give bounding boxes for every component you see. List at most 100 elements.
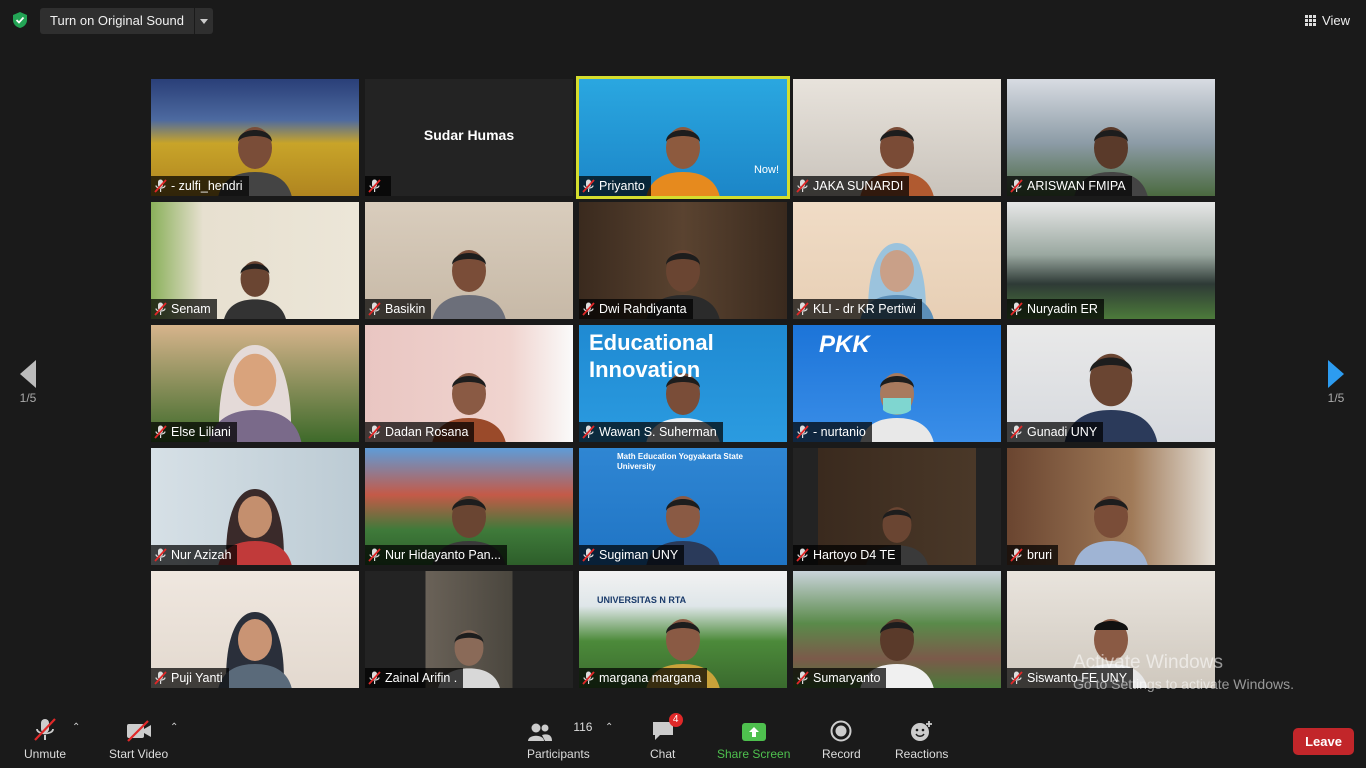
participant-name-bar: ARISWAN FMIPA (1007, 176, 1132, 196)
watermark-title: Activate Windows (1073, 652, 1223, 673)
participant-name-bar: bruri (1007, 545, 1059, 565)
video-camera-off-icon (126, 720, 151, 742)
muted-microphone-icon (154, 548, 167, 562)
participant-tile[interactable]: Puji Yanti (151, 571, 359, 688)
leave-button[interactable]: Leave (1293, 728, 1354, 755)
participant-name-bar: Hartoyo D4 TE (793, 545, 902, 565)
arrow-right-icon (1328, 360, 1344, 388)
muted-microphone-icon (796, 425, 809, 439)
participant-tile[interactable]: Dadan Rosana (365, 325, 573, 442)
original-sound-button[interactable]: Turn on Original Sound (40, 8, 194, 34)
participant-name-bar: Nur Hidayanto Pan... (365, 545, 508, 565)
share-screen-label: Share Screen (717, 747, 791, 761)
participant-name-bar: Basikin (365, 299, 432, 319)
participant-tile[interactable]: Now! Priyanto (576, 76, 790, 199)
participant-name: Sumaryanto (813, 671, 881, 685)
chat-label: Chat (650, 747, 676, 761)
participant-name-bar: - nurtanio (793, 422, 872, 442)
participant-name: Else Liliani (171, 425, 231, 439)
start-video-button[interactable]: Start Video (109, 718, 168, 761)
participant-name: ARISWAN FMIPA (1027, 179, 1126, 193)
muted-microphone-icon (582, 302, 595, 316)
participant-tile[interactable]: Basikin (365, 202, 573, 319)
next-page-button[interactable]: 1/5 (1316, 360, 1356, 405)
participants-button[interactable]: 116 Participants (527, 718, 592, 761)
participant-name: - zulfi_hendri (171, 179, 243, 193)
participant-tile[interactable]: Nur Azizah (151, 448, 359, 565)
reactions-button[interactable]: Reactions (895, 718, 948, 761)
windows-activation-watermark: Activate Windows Go to Settings to activ… (1073, 652, 1294, 692)
participant-tile[interactable]: Gunadi UNY (1007, 325, 1215, 442)
muted-microphone-icon (1010, 548, 1023, 562)
participant-tile[interactable]: bruri (1007, 448, 1215, 565)
watermark-subtitle: Go to Settings to activate Windows. (1073, 676, 1294, 692)
participant-name-bar: Dadan Rosana (365, 422, 475, 442)
muted-microphone-icon (582, 425, 595, 439)
participant-tile[interactable]: Zainal Arifin . (365, 571, 573, 688)
participant-name-bar: Gunadi UNY (1007, 422, 1104, 442)
muted-microphone-icon (582, 179, 595, 193)
participant-tile[interactable]: ARISWAN FMIPA (1007, 79, 1215, 196)
participant-tile[interactable]: Sumaryanto (793, 571, 1001, 688)
page-indicator-right: 1/5 (1327, 391, 1345, 405)
muted-microphone-icon (368, 425, 381, 439)
participant-name: Zainal Arifin . (385, 671, 458, 685)
participant-tile[interactable]: - zulfi_hendri (151, 79, 359, 196)
participant-name: Gunadi UNY (1027, 425, 1098, 439)
tile-overlay-text: PKK (819, 331, 870, 358)
unmute-label: Unmute (24, 747, 67, 761)
participant-name-bar: Dwi Rahdiyanta (579, 299, 693, 319)
record-icon (830, 720, 852, 742)
participant-tile[interactable]: KLI - dr KR Pertiwi (793, 202, 1001, 319)
chat-button[interactable]: 4 Chat (650, 713, 683, 761)
muted-microphone-icon (368, 302, 381, 316)
previous-page-button[interactable]: 1/5 (8, 360, 48, 405)
record-label: Record (822, 747, 861, 761)
grid-view-icon (1305, 14, 1317, 26)
participant-silhouette (646, 127, 720, 196)
participant-tile[interactable]: Hartoyo D4 TE (793, 448, 1001, 565)
participant-name-bar: margana margana (579, 668, 708, 688)
participant-name: Nur Azizah (171, 548, 232, 562)
record-button[interactable]: Record (822, 718, 861, 761)
view-label: View (1322, 12, 1350, 28)
participant-name: Senam (171, 302, 211, 316)
participant-name-bar: Sumaryanto (793, 668, 887, 688)
microphone-muted-icon (34, 718, 56, 741)
participant-name: Priyanto (599, 179, 645, 193)
muted-microphone-icon (582, 671, 595, 685)
participant-name-bar: JAKA SUNARDI (793, 176, 910, 196)
unmute-button[interactable]: Unmute (24, 718, 66, 761)
encryption-shield-icon[interactable] (11, 11, 29, 29)
original-sound-dropdown[interactable] (193, 8, 213, 34)
participant-name-bar: Wawan S. Suherman (579, 422, 723, 442)
participant-name-bar: Nur Azizah (151, 545, 238, 565)
share-screen-button[interactable]: Share Screen (717, 718, 790, 761)
participant-tile[interactable]: Sudar Humas (365, 79, 573, 196)
participant-tile[interactable]: Nur Hidayanto Pan... (365, 448, 573, 565)
muted-microphone-icon (1010, 179, 1023, 193)
participant-tile[interactable]: Dwi Rahdiyanta (579, 202, 787, 319)
muted-microphone-icon (796, 302, 809, 316)
reactions-label: Reactions (895, 747, 949, 761)
muted-microphone-icon (368, 548, 381, 562)
view-button[interactable]: View (1305, 10, 1350, 30)
participant-tile[interactable]: Nuryadin ER (1007, 202, 1215, 319)
participant-tile[interactable]: PKK - nurtanio (793, 325, 1001, 442)
participant-tile[interactable]: Educational Innovation Wawan S. Suherman (579, 325, 787, 442)
participant-tile[interactable]: Math Education Yogyakarta State Universi… (579, 448, 787, 565)
participant-tile[interactable]: Else Liliani (151, 325, 359, 442)
participant-name: Hartoyo D4 TE (813, 548, 896, 562)
participant-name-bar: Else Liliani (151, 422, 237, 442)
muted-microphone-icon (368, 179, 381, 193)
participant-tile[interactable]: UNIVERSITAS N RTA margana margana (579, 571, 787, 688)
muted-microphone-icon (154, 179, 167, 193)
participant-name: Dwi Rahdiyanta (599, 302, 687, 316)
muted-microphone-icon (796, 671, 809, 685)
participant-tile[interactable]: JAKA SUNARDI (793, 79, 1001, 196)
participant-tile[interactable]: Senam (151, 202, 359, 319)
participant-silhouette (224, 261, 286, 319)
muted-microphone-icon (154, 302, 167, 316)
page-indicator-left: 1/5 (19, 391, 37, 405)
participant-avatar-name: Sudar Humas (423, 127, 515, 143)
